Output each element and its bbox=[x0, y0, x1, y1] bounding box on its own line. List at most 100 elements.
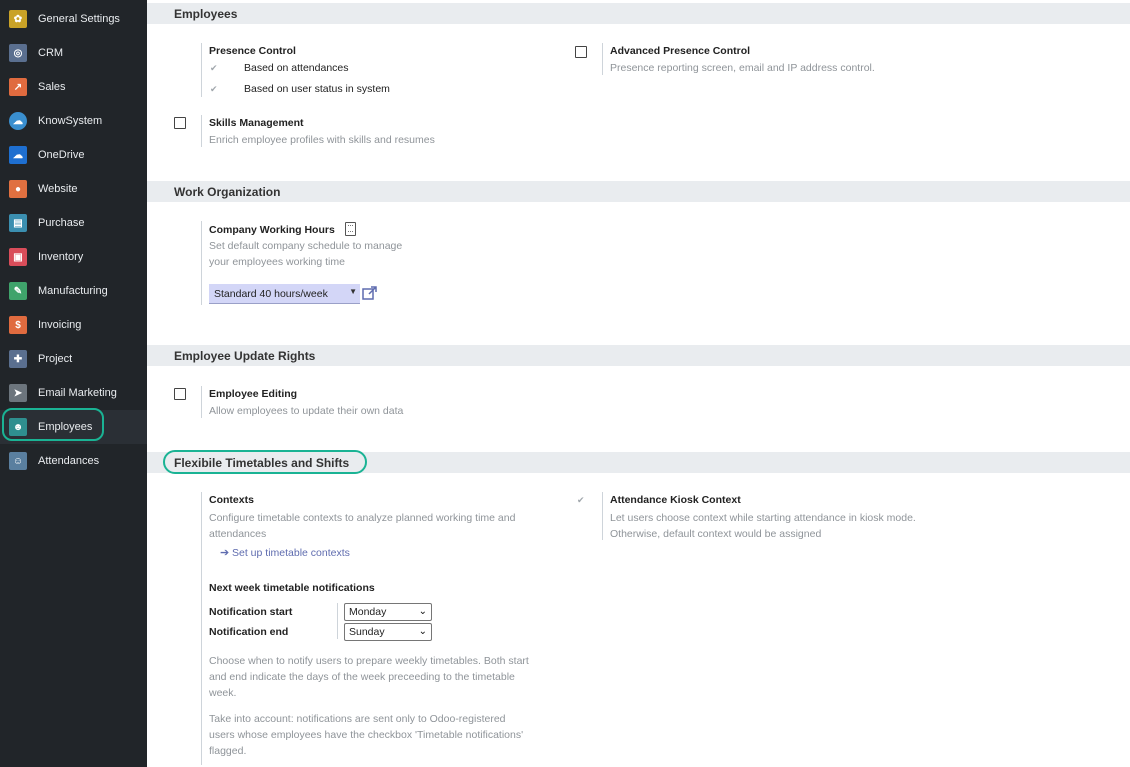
chevron-down-icon: ⌄ bbox=[418, 626, 427, 637]
chart-icon: ↗ bbox=[9, 78, 27, 96]
sidebar-item-label: CRM bbox=[38, 47, 64, 59]
checkmark-icon[interactable]: ✔ bbox=[210, 84, 218, 95]
contexts-description-1: Configure timetable contexts to analyze … bbox=[209, 512, 516, 524]
setup-contexts-link[interactable]: Set up timetable contexts bbox=[232, 547, 350, 559]
advanced-presence-title: Advanced Presence Control bbox=[610, 45, 751, 57]
advanced-presence-checkbox[interactable] bbox=[575, 46, 587, 58]
working-hours-select[interactable]: Standard 40 hours/week ▼ bbox=[209, 284, 360, 304]
sidebar-item-knowsystem[interactable]: ☁ KnowSystem bbox=[0, 104, 147, 138]
section-employee-update-rights: Employee Update Rights bbox=[147, 345, 1130, 366]
employee-editing-checkbox[interactable] bbox=[174, 388, 186, 400]
arrow-right-icon: ➔ bbox=[220, 547, 230, 559]
working-hours-description-1: Set default company schedule to manage bbox=[209, 240, 403, 252]
kiosk-context-description-1: Let users choose context while starting … bbox=[610, 512, 916, 524]
sidebar-item-inventory[interactable]: ▣ Inventory bbox=[0, 240, 147, 274]
checkmark-icon[interactable]: ✔ bbox=[210, 63, 218, 74]
sidebar-item-crm[interactable]: ◎ CRM bbox=[0, 36, 147, 70]
notification-start-value: Monday bbox=[349, 606, 387, 618]
divider bbox=[201, 221, 202, 305]
sidebar-item-label: Attendances bbox=[38, 455, 100, 467]
sidebar-item-onedrive[interactable]: ☁ OneDrive bbox=[0, 138, 147, 172]
section-title: Employees bbox=[174, 7, 238, 21]
checkmark-icon[interactable]: ✔ bbox=[577, 495, 585, 506]
sidebar-item-project[interactable]: ✚ Project bbox=[0, 342, 147, 376]
sidebar-item-label: Sales bbox=[38, 81, 66, 93]
skills-management-checkbox[interactable] bbox=[174, 117, 186, 129]
working-hours-description-2: your employees working time bbox=[209, 256, 345, 268]
cloud-icon: ☁ bbox=[9, 112, 27, 130]
sidebar-item-sales[interactable]: ↗ Sales bbox=[0, 70, 147, 104]
sidebar-item-general-settings[interactable]: ✿ General Settings bbox=[0, 2, 147, 36]
divider bbox=[602, 43, 603, 75]
divider bbox=[201, 386, 202, 418]
contexts-title: Contexts bbox=[209, 494, 254, 506]
sidebar-item-attendances[interactable]: ☺ Attendances bbox=[0, 444, 147, 478]
sidebar-item-label: Purchase bbox=[38, 217, 85, 229]
notifications-help-3: week. bbox=[209, 687, 237, 699]
sidebar-item-label: General Settings bbox=[38, 13, 120, 25]
section-title: Work Organization bbox=[174, 185, 281, 199]
skills-management-title: Skills Management bbox=[209, 117, 304, 129]
sidebar-item-label: Inventory bbox=[38, 251, 84, 263]
chevron-down-icon: ⌄ bbox=[418, 606, 427, 617]
flexible-section-highlight-ring bbox=[163, 450, 367, 474]
sidebar-item-label: OneDrive bbox=[38, 149, 85, 161]
notification-start-select[interactable]: Monday ⌄ bbox=[344, 603, 432, 621]
notification-end-value: Sunday bbox=[349, 626, 385, 638]
sidebar-item-label: Invoicing bbox=[38, 319, 82, 331]
sidebar-item-invoicing[interactable]: $ Invoicing bbox=[0, 308, 147, 342]
caret-down-icon: ▼ bbox=[349, 287, 357, 296]
presence-option-attendances[interactable]: Based on attendances bbox=[244, 62, 349, 74]
external-link-icon[interactable] bbox=[362, 285, 378, 301]
divider bbox=[337, 603, 338, 639]
sidebar-item-label: Manufacturing bbox=[38, 285, 108, 297]
employee-editing-title: Employee Editing bbox=[209, 388, 298, 400]
notifications-help-6: flagged. bbox=[209, 745, 247, 757]
employee-editing-description: Allow employees to update their own data bbox=[209, 405, 404, 417]
section-title: Employee Update Rights bbox=[174, 349, 316, 363]
sidebar-item-label: Project bbox=[38, 353, 73, 365]
wrench-icon: ✎ bbox=[9, 282, 27, 300]
notifications-help-2: and end indicate the days of the week pr… bbox=[209, 671, 515, 683]
kiosk-context-title: Attendance Kiosk Context bbox=[610, 494, 741, 506]
gear-icon: ✿ bbox=[9, 10, 27, 28]
notifications-help-4: Take into account: notifications are sen… bbox=[209, 713, 506, 725]
app-sidebar: ✿ General Settings ◎ CRM ↗ Sales ☁ KnowSyste… bbox=[0, 0, 147, 767]
attendance-icon: ☺ bbox=[9, 452, 27, 470]
puzzle-icon: ✚ bbox=[9, 350, 27, 368]
notification-start-label: Notification start bbox=[209, 606, 293, 618]
sidebar-item-label: Email Marketing bbox=[38, 387, 117, 399]
notification-end-label: Notification end bbox=[209, 626, 289, 638]
handshake-icon: ◎ bbox=[9, 44, 27, 62]
sidebar-item-label: Website bbox=[38, 183, 78, 195]
divider bbox=[201, 115, 202, 147]
presence-control-title: Presence Control bbox=[209, 45, 296, 57]
advanced-presence-description: Presence reporting screen, email and IP … bbox=[610, 62, 875, 74]
sidebar-item-label: KnowSystem bbox=[38, 115, 103, 127]
divider bbox=[201, 43, 202, 97]
notifications-title: Next week timetable notifications bbox=[209, 582, 375, 594]
sidebar-item-manufacturing[interactable]: ✎ Manufacturing bbox=[0, 274, 147, 308]
skills-management-description: Enrich employee profiles with skills and… bbox=[209, 134, 435, 146]
divider bbox=[602, 492, 603, 540]
section-work-organization: Work Organization bbox=[147, 181, 1130, 202]
notifications-help-5: users whose employees have the checkbox … bbox=[209, 729, 524, 741]
contexts-description-2: attendances bbox=[209, 528, 267, 540]
invoice-icon: $ bbox=[9, 316, 27, 334]
globe-icon: ● bbox=[9, 180, 27, 198]
notification-end-select[interactable]: Sunday ⌄ bbox=[344, 623, 432, 641]
working-hours-title: Company Working Hours bbox=[209, 224, 335, 236]
divider bbox=[201, 492, 202, 765]
settings-content: Employees Presence Control ✔ Based on at… bbox=[147, 0, 1130, 767]
employees-highlight-ring bbox=[2, 408, 104, 441]
building-icon bbox=[345, 222, 356, 236]
sidebar-item-website[interactable]: ● Website bbox=[0, 172, 147, 206]
inventory-icon: ▣ bbox=[9, 248, 27, 266]
paper-plane-icon: ➤ bbox=[9, 384, 27, 402]
presence-option-user-status[interactable]: Based on user status in system bbox=[244, 83, 390, 95]
sidebar-item-email-marketing[interactable]: ➤ Email Marketing bbox=[0, 376, 147, 410]
sidebar-item-purchase[interactable]: ▤ Purchase bbox=[0, 206, 147, 240]
kiosk-context-description-2: Otherwise, default context would be assi… bbox=[610, 528, 822, 540]
section-employees: Employees bbox=[147, 3, 1130, 24]
working-hours-value: Standard 40 hours/week bbox=[214, 288, 328, 300]
